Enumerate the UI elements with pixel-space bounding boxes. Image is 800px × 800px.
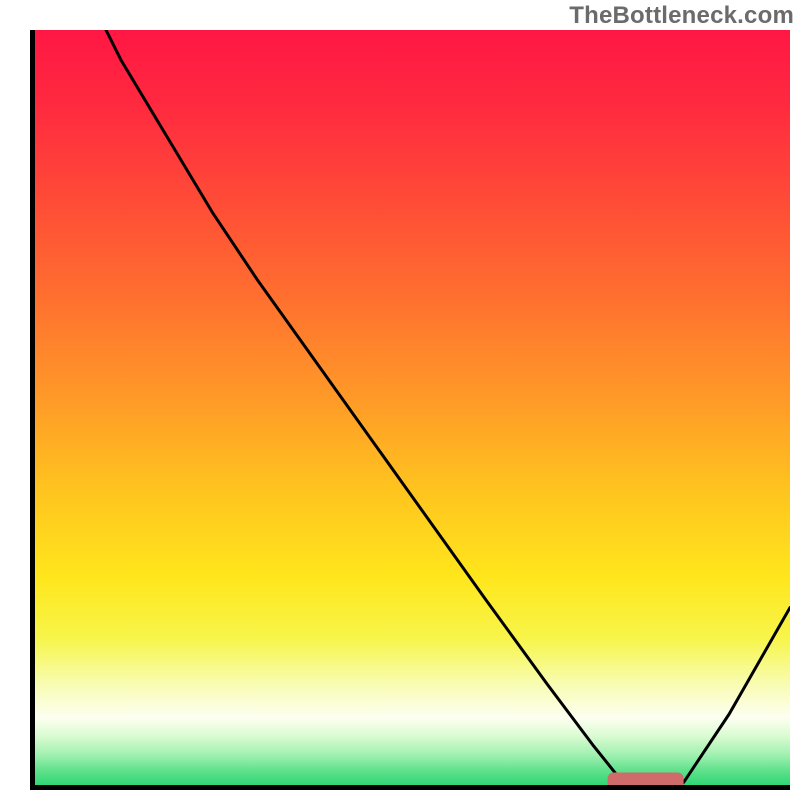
chart-plot-area [30, 30, 790, 790]
optimal-range-marker [608, 773, 684, 790]
watermark-text: TheBottleneck.com [569, 2, 794, 30]
gradient-background [30, 30, 790, 790]
chart-svg [30, 30, 790, 790]
